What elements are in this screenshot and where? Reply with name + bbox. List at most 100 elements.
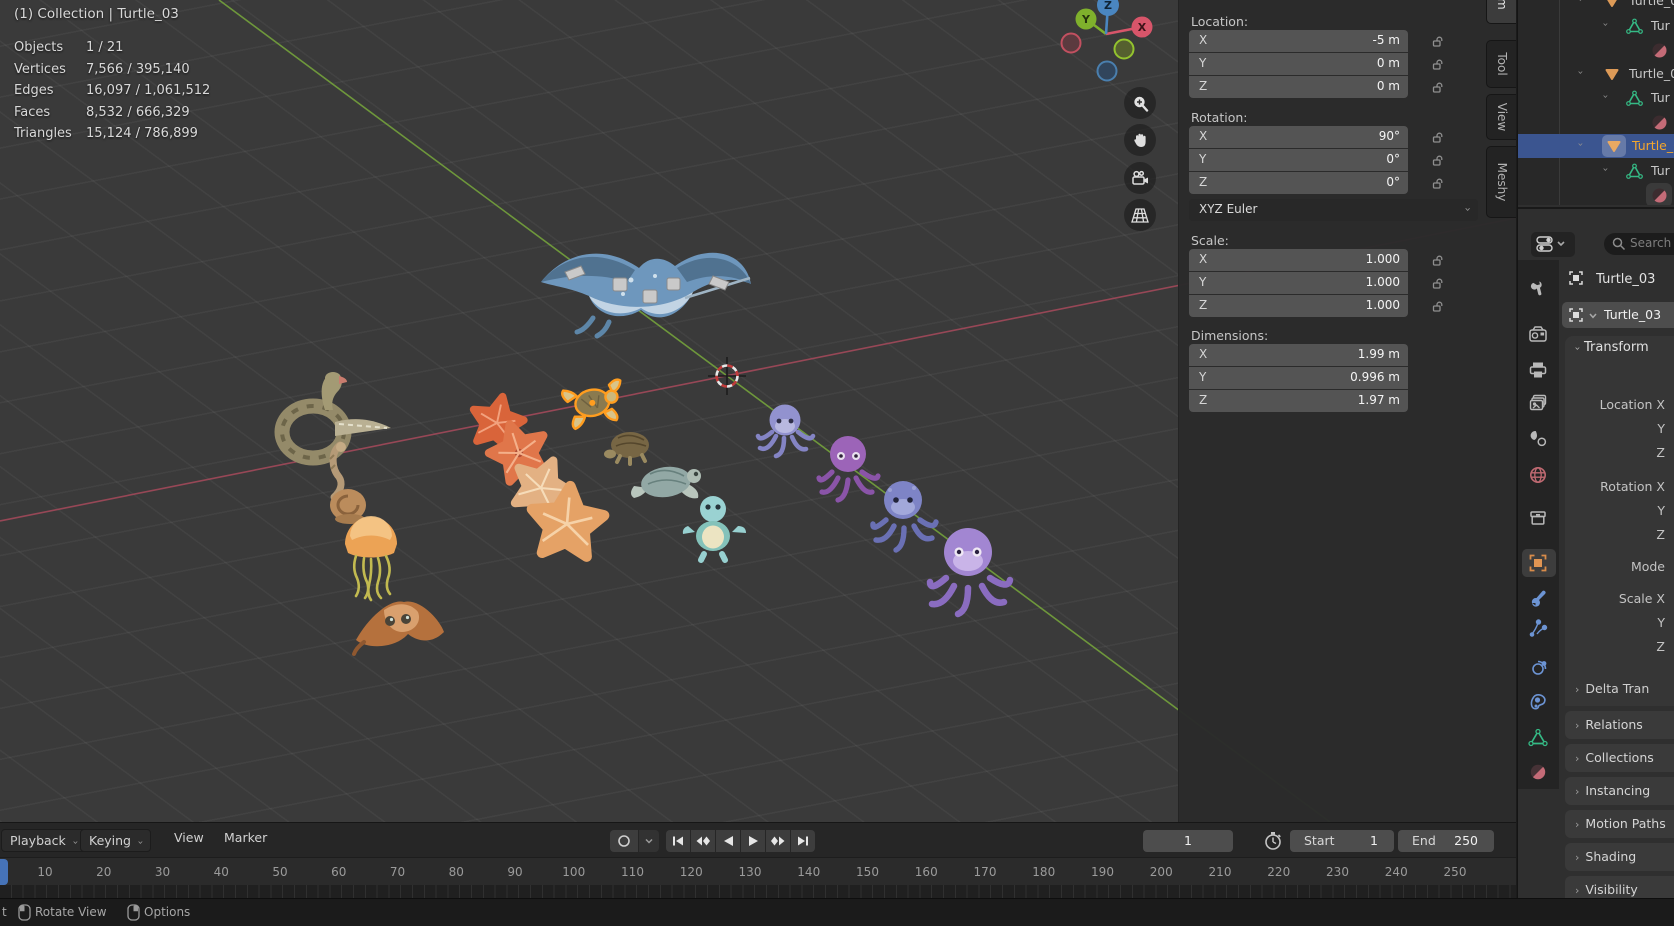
search-input[interactable]: Search (1604, 233, 1674, 255)
jellyfish-object[interactable] (345, 516, 397, 600)
delta-transform-subpanel[interactable]: ›Delta Tran (1575, 681, 1674, 696)
keying-menu[interactable]: Keying› (80, 829, 151, 852)
play-reverse-button[interactable] (716, 830, 740, 852)
stopwatch-icon[interactable] (1263, 831, 1283, 851)
collapsed-panel-header[interactable]: ›Visibility (1565, 876, 1674, 898)
tortoise-object[interactable] (604, 432, 649, 464)
prev-keyframe-button[interactable] (691, 830, 715, 852)
pan-button[interactable] (1124, 124, 1156, 156)
lock-open-icon[interactable] (1431, 130, 1445, 144)
lock-open-icon[interactable] (1431, 80, 1445, 94)
gizmo-neg-x-ball[interactable] (1062, 34, 1081, 53)
dimensions-y-field[interactable]: Y0.996 m (1189, 367, 1408, 389)
jump-to-start-button[interactable] (666, 830, 690, 852)
object-id-field[interactable]: Turtle_03 (1562, 302, 1674, 328)
transform-panel-header[interactable]: ›Transform (1575, 340, 1649, 355)
gizmo-neg-y-ball[interactable] (1115, 40, 1134, 59)
lock-open-icon[interactable] (1431, 276, 1445, 290)
rotation-y-field[interactable]: Y0° (1189, 149, 1408, 171)
view-menu[interactable]: View (174, 830, 204, 845)
tab-modifiers-icon[interactable] (1528, 589, 1548, 609)
outliner-row-mesh[interactable]: › Tur (1518, 159, 1674, 183)
current-frame-playhead[interactable] (0, 859, 8, 885)
tab-constraints-icon[interactable] (1528, 692, 1548, 712)
cuttlefish-object[interactable] (354, 601, 444, 654)
collapsed-panel-header[interactable]: ›Relations (1565, 711, 1674, 739)
scale-z-field[interactable]: Z1.000 (1189, 295, 1408, 317)
lock-open-icon[interactable] (1431, 299, 1445, 313)
current-frame-field[interactable]: 1 (1143, 830, 1233, 852)
location-x-field[interactable]: X-5 m (1189, 30, 1408, 52)
chevron-icon[interactable]: › (1600, 95, 1611, 99)
start-frame-field[interactable]: Start1 (1290, 830, 1394, 852)
scale-y-field[interactable]: Y1.000 (1189, 272, 1408, 294)
timeline-ruler[interactable]: 1020304050607080901001101201301401501601… (0, 857, 1516, 885)
collapsed-panel-header[interactable]: ›Shading (1565, 843, 1674, 871)
tab-world-icon[interactable] (1528, 465, 1548, 485)
chevron-icon[interactable]: › (1575, 71, 1586, 75)
chevron-icon[interactable]: › (1575, 143, 1586, 147)
seahorse-object[interactable] (330, 442, 346, 497)
chevron-icon[interactable]: › (1600, 168, 1611, 172)
outliner-row-material[interactable] (1518, 183, 1674, 205)
editor-type-button[interactable] (1531, 232, 1575, 257)
marker-menu[interactable]: Marker (224, 830, 267, 845)
rotation-z-field[interactable]: Z0° (1189, 172, 1408, 194)
collapsed-panel-header[interactable]: ›Collections (1565, 744, 1674, 772)
camera-view-button[interactable] (1124, 162, 1156, 194)
selected-turtle-object[interactable] (562, 379, 629, 431)
lock-open-icon[interactable] (1431, 176, 1445, 190)
toggle-grid-button[interactable] (1124, 199, 1156, 231)
tab-render-icon[interactable] (1528, 324, 1548, 344)
scale-x-field[interactable]: X1.000 (1189, 249, 1408, 271)
tab-object-icon[interactable] (1528, 553, 1548, 573)
outliner-row-object[interactable]: › Turtle_0 (1518, 62, 1674, 86)
location-z-field[interactable]: Z0 m (1189, 76, 1408, 98)
octopus-2-object[interactable] (819, 436, 878, 500)
rotation-mode-dropdown[interactable]: XYZ Euler › (1189, 199, 1478, 221)
lock-open-icon[interactable] (1431, 153, 1445, 167)
sidebar-tab-item[interactable]: Item (1486, 0, 1516, 24)
sea-turtle-object[interactable] (631, 464, 701, 501)
tab-view-layer-icon[interactable] (1528, 393, 1548, 413)
zoom-button[interactable] (1124, 87, 1156, 119)
tab-output-icon[interactable] (1528, 360, 1548, 380)
lock-open-icon[interactable] (1431, 253, 1445, 267)
timeline-scrollbar[interactable] (0, 885, 1516, 899)
next-keyframe-button[interactable] (766, 830, 790, 852)
sidebar-tab-tool[interactable]: Tool (1486, 40, 1516, 88)
lock-open-icon[interactable] (1431, 57, 1445, 71)
tab-physics-icon[interactable] (1528, 659, 1548, 679)
sidebar-tab-meshy[interactable]: Meshy (1486, 146, 1516, 218)
sidebar-tab-view[interactable]: View (1486, 94, 1516, 140)
collapsed-panel-header[interactable]: ›Instancing (1565, 777, 1674, 805)
octopus-4-object[interactable] (930, 528, 1010, 614)
navigation-gizmo[interactable]: X Y Z (1050, 0, 1160, 90)
gizmo-neg-z-ball[interactable] (1098, 62, 1117, 81)
jump-to-end-button[interactable] (791, 830, 815, 852)
tab-collection-icon[interactable] (1528, 508, 1548, 528)
manta-ray-object[interactable] (541, 253, 751, 336)
tab-material-icon[interactable] (1528, 762, 1548, 782)
playback-menu[interactable]: Playback› (1, 829, 86, 852)
keying-options-button[interactable] (639, 830, 659, 852)
dimensions-x-field[interactable]: X1.99 m (1189, 344, 1408, 366)
lock-open-icon[interactable] (1431, 34, 1445, 48)
outliner-row-object[interactable]: › Turtle_0 (1518, 0, 1674, 13)
auto-keying-button[interactable] (610, 830, 638, 852)
location-y-field[interactable]: Y0 m (1189, 53, 1408, 75)
outliner-row-object-selected[interactable]: › Turtle_0 (1518, 134, 1674, 158)
dimensions-z-field[interactable]: Z1.97 m (1189, 390, 1408, 412)
tab-object-data-icon[interactable] (1528, 728, 1548, 748)
tab-particles-icon[interactable] (1528, 618, 1548, 638)
outliner-row-mesh[interactable]: › Tur (1518, 14, 1674, 38)
chevron-icon[interactable]: › (1575, 0, 1586, 2)
outliner-row-material[interactable] (1518, 38, 1674, 62)
tab-tool-icon[interactable] (1528, 279, 1548, 299)
outliner-row-mesh[interactable]: › Tur (1518, 86, 1674, 110)
baby-turtle-object[interactable] (683, 496, 746, 560)
end-frame-field[interactable]: End250 (1398, 830, 1494, 852)
tab-scene-icon[interactable] (1528, 428, 1548, 448)
collapsed-panel-header[interactable]: ›Motion Paths (1565, 810, 1674, 838)
play-button[interactable] (741, 830, 765, 852)
